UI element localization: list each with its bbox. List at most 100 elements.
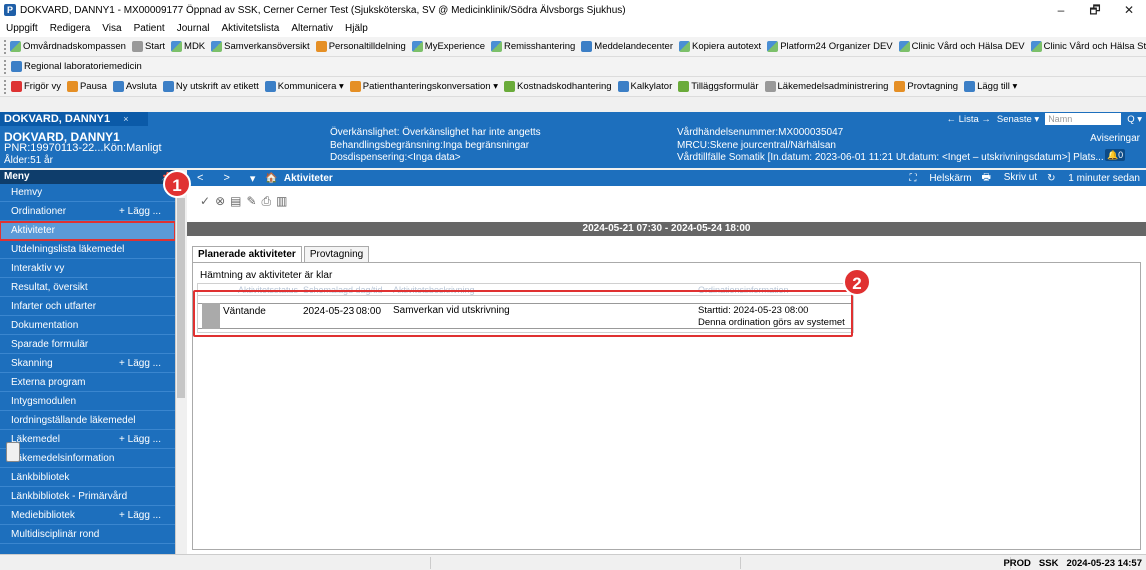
add-button[interactable]: + Lägg ...	[119, 355, 161, 373]
toolbar-lagg-till[interactable]: Lägg till ▾	[964, 81, 1017, 92]
search-icon[interactable]: Q ▾	[1127, 114, 1142, 125]
menu-hjalp[interactable]: Hjälp	[345, 23, 368, 34]
edit-icon[interactable]: ✎	[246, 194, 256, 209]
menu-redigera[interactable]: Redigera	[50, 23, 91, 34]
toolbar-kalkylator[interactable]: Kalkylator	[617, 81, 672, 92]
close-button[interactable]: ✕	[1112, 0, 1146, 20]
sidebar-item-lankbibliotek-primarvard[interactable]: Länkbibliotek - Primärvård	[0, 488, 175, 506]
toolbar-avsluta[interactable]: Avsluta	[112, 81, 157, 92]
toolbar-kommunicera[interactable]: Kommunicera ▾	[264, 81, 344, 92]
add-button[interactable]: + Lägg ...	[119, 203, 161, 221]
fullscreen-button[interactable]: ⛶ Helskärm	[910, 173, 972, 184]
sidebar-scroll-thumb[interactable]	[177, 198, 185, 398]
patient-tab[interactable]: DOKVARD, DANNY1 ×	[0, 112, 148, 126]
back-button[interactable]: <	[197, 172, 203, 184]
menu-uppgift[interactable]: Uppgift	[6, 23, 38, 34]
menu-aktivitetslista[interactable]: Aktivitetslista	[222, 23, 280, 34]
toolbar-tillaggsformular[interactable]: Tilläggsformulär	[678, 81, 759, 92]
toolbar-provtagning[interactable]: Provtagning	[894, 81, 958, 92]
aviseringar[interactable]: Aviseringar 🔔0	[1090, 133, 1140, 161]
splitter-handle[interactable]	[6, 442, 20, 462]
toolbar-grip[interactable]	[4, 59, 7, 74]
sidebar-item-utdelningslista[interactable]: Utdelningslista läkemedel	[0, 241, 175, 259]
toolbar-lakemedelsadministrering[interactable]: Läkemedelsadministrering	[764, 81, 888, 92]
cancel-icon[interactable]: ⊗	[215, 194, 225, 209]
sidebar-item-iordningstallande[interactable]: Iordningställande läkemedel	[0, 412, 175, 430]
details-icon[interactable]: ▤	[230, 194, 241, 209]
sidebar-item-sparade-formular[interactable]: Sparade formulär	[0, 336, 175, 354]
home-icon[interactable]: 🏠	[265, 173, 277, 184]
toolbar-kopiera-autotext[interactable]: Kopiera autotext	[679, 41, 761, 52]
toolbar-platform24[interactable]: Platform24 Organizer DEV	[767, 41, 893, 52]
sidebar-item-aktiviteter[interactable]: Aktiviteter	[0, 221, 176, 241]
toolbar-patienthantering[interactable]: Patienthanteringskonversation ▾	[349, 81, 498, 92]
plus-icon	[964, 81, 976, 92]
sidebar-item-externa-program[interactable]: Externa program	[0, 374, 175, 392]
toolbar-pausa[interactable]: Pausa	[66, 81, 107, 92]
close-tab-icon[interactable]: ×	[123, 114, 128, 124]
toolbar-regional-lab[interactable]: Regional laboratoriemedicin	[11, 61, 142, 72]
toolbar-meddelandecenter[interactable]: Meddelandecenter	[581, 41, 673, 52]
check-icon[interactable]: ✓	[200, 194, 210, 209]
toolbar-grip[interactable]	[4, 79, 7, 94]
sidebar-item-interaktiv-vy[interactable]: Interaktiv vy	[0, 260, 175, 278]
toolbar-kostnadskod[interactable]: Kostnadskodhantering	[504, 81, 612, 92]
sidebar-item-multidisciplinar-rond[interactable]: Multidisciplinär rond	[0, 526, 175, 544]
allergy-info[interactable]: Överkänslighet: Överkänslighet har inte …	[330, 127, 541, 140]
toolbar-ny-utskrift[interactable]: Ny utskrift av etikett	[162, 81, 259, 92]
forward-button[interactable]: >	[223, 172, 229, 184]
tab-provtagning[interactable]: Provtagning	[303, 246, 370, 262]
sidebar-item-skanning[interactable]: Skanning + Lägg ...	[0, 355, 175, 373]
sidebar-item-lakemedelsinformation[interactable]: Läkemedelsinformation	[0, 450, 175, 468]
senaste-dropdown[interactable]: Senaste ▾	[997, 114, 1039, 125]
main-header: < > ▾ 🏠 Aktiviteter ⛶ Helskärm 🖶 Skriv u…	[187, 170, 1146, 186]
sidebar-item-lankbibliotek[interactable]: Länkbibliotek	[0, 469, 175, 487]
menu-patient[interactable]: Patient	[134, 23, 165, 34]
toolbar-samverkansoversikt[interactable]: Samverkansöversikt	[211, 41, 310, 52]
unlock-icon	[11, 81, 22, 92]
sidebar-item-mediebibliotek[interactable]: Mediebibliotek + Lägg ...	[0, 507, 175, 525]
maximize-button[interactable]: 🗗	[1078, 0, 1112, 20]
sidebar-item-dokumentation[interactable]: Dokumentation	[0, 317, 175, 335]
grid-icon	[679, 41, 690, 52]
history-dropdown[interactable]: ▾	[250, 172, 256, 185]
sidebar-item-intygsmodulen[interactable]: Intygsmodulen	[0, 393, 175, 411]
add-button[interactable]: + Lägg ...	[119, 431, 161, 449]
toolbar-clinic-staging[interactable]: Clinic Vård och Hälsa Staging	[1030, 41, 1146, 52]
sidebar-item-hemvy[interactable]: Hemvy	[0, 184, 175, 202]
sidebar: Hemvy Ordinationer + Lägg ... Aktiviteter…	[0, 184, 176, 554]
sidebar-item-lakemedel[interactable]: Läkemedel + Lägg ...	[0, 431, 175, 449]
toolbar-clinic-dev[interactable]: Clinic Vård och Hälsa DEV	[898, 41, 1025, 52]
lista-nav[interactable]: ← Lista →	[947, 114, 991, 125]
grid-icon	[411, 41, 423, 52]
toolbar-start[interactable]: Start	[131, 41, 165, 52]
menu-alternativ[interactable]: Alternativ	[291, 23, 333, 34]
sidebar-item-infarter[interactable]: Infarter och utfarter	[0, 298, 175, 316]
print-button[interactable]: 🖶 Skriv ut	[982, 170, 1038, 187]
bell-icon: 🔔0	[1105, 149, 1126, 161]
toolbar-personaltilldelning[interactable]: Personaltilldelning	[315, 41, 406, 52]
view-icon[interactable]: ⎙	[262, 194, 272, 209]
toolbar-frigor-vy[interactable]: Frigör vy	[11, 81, 61, 92]
sidebar-item-ordinationer[interactable]: Ordinationer + Lägg ...	[0, 203, 175, 221]
mrcu-info: MRCU:Skene jourcentral/Närhälsan	[677, 139, 836, 151]
patient-icon	[349, 81, 361, 92]
add-button[interactable]: + Lägg ...	[119, 507, 161, 525]
refresh-button[interactable]: ↻ 1 minuter sedan	[1047, 173, 1140, 184]
chart-icon[interactable]: ▥	[276, 194, 287, 209]
grid-icon	[1030, 41, 1042, 52]
toolbar-grip[interactable]	[4, 39, 6, 54]
toolbar-myexperience[interactable]: MyExperience	[411, 41, 485, 52]
admission-info: Vårdtillfälle Somatik [In.datum: 2023-06…	[677, 152, 1104, 163]
sample-icon	[894, 81, 906, 92]
menu-journal[interactable]: Journal	[177, 23, 210, 34]
patient-search-input[interactable]: Namn	[1045, 113, 1122, 125]
toolbar-omvardnadskompassen[interactable]: Omvårdnadskompassen	[10, 41, 126, 52]
sidebar-item-resultat[interactable]: Resultat, översikt	[0, 279, 175, 297]
tab-planerade-aktiviteter[interactable]: Planerade aktiviteter	[192, 246, 302, 262]
toolbar-remisshantering[interactable]: Remisshantering	[491, 41, 575, 52]
menu-visa[interactable]: Visa	[102, 23, 121, 34]
status-env: PROD	[1003, 557, 1031, 569]
toolbar-mdk[interactable]: MDK	[171, 41, 205, 52]
minimize-button[interactable]: –	[1044, 0, 1078, 20]
